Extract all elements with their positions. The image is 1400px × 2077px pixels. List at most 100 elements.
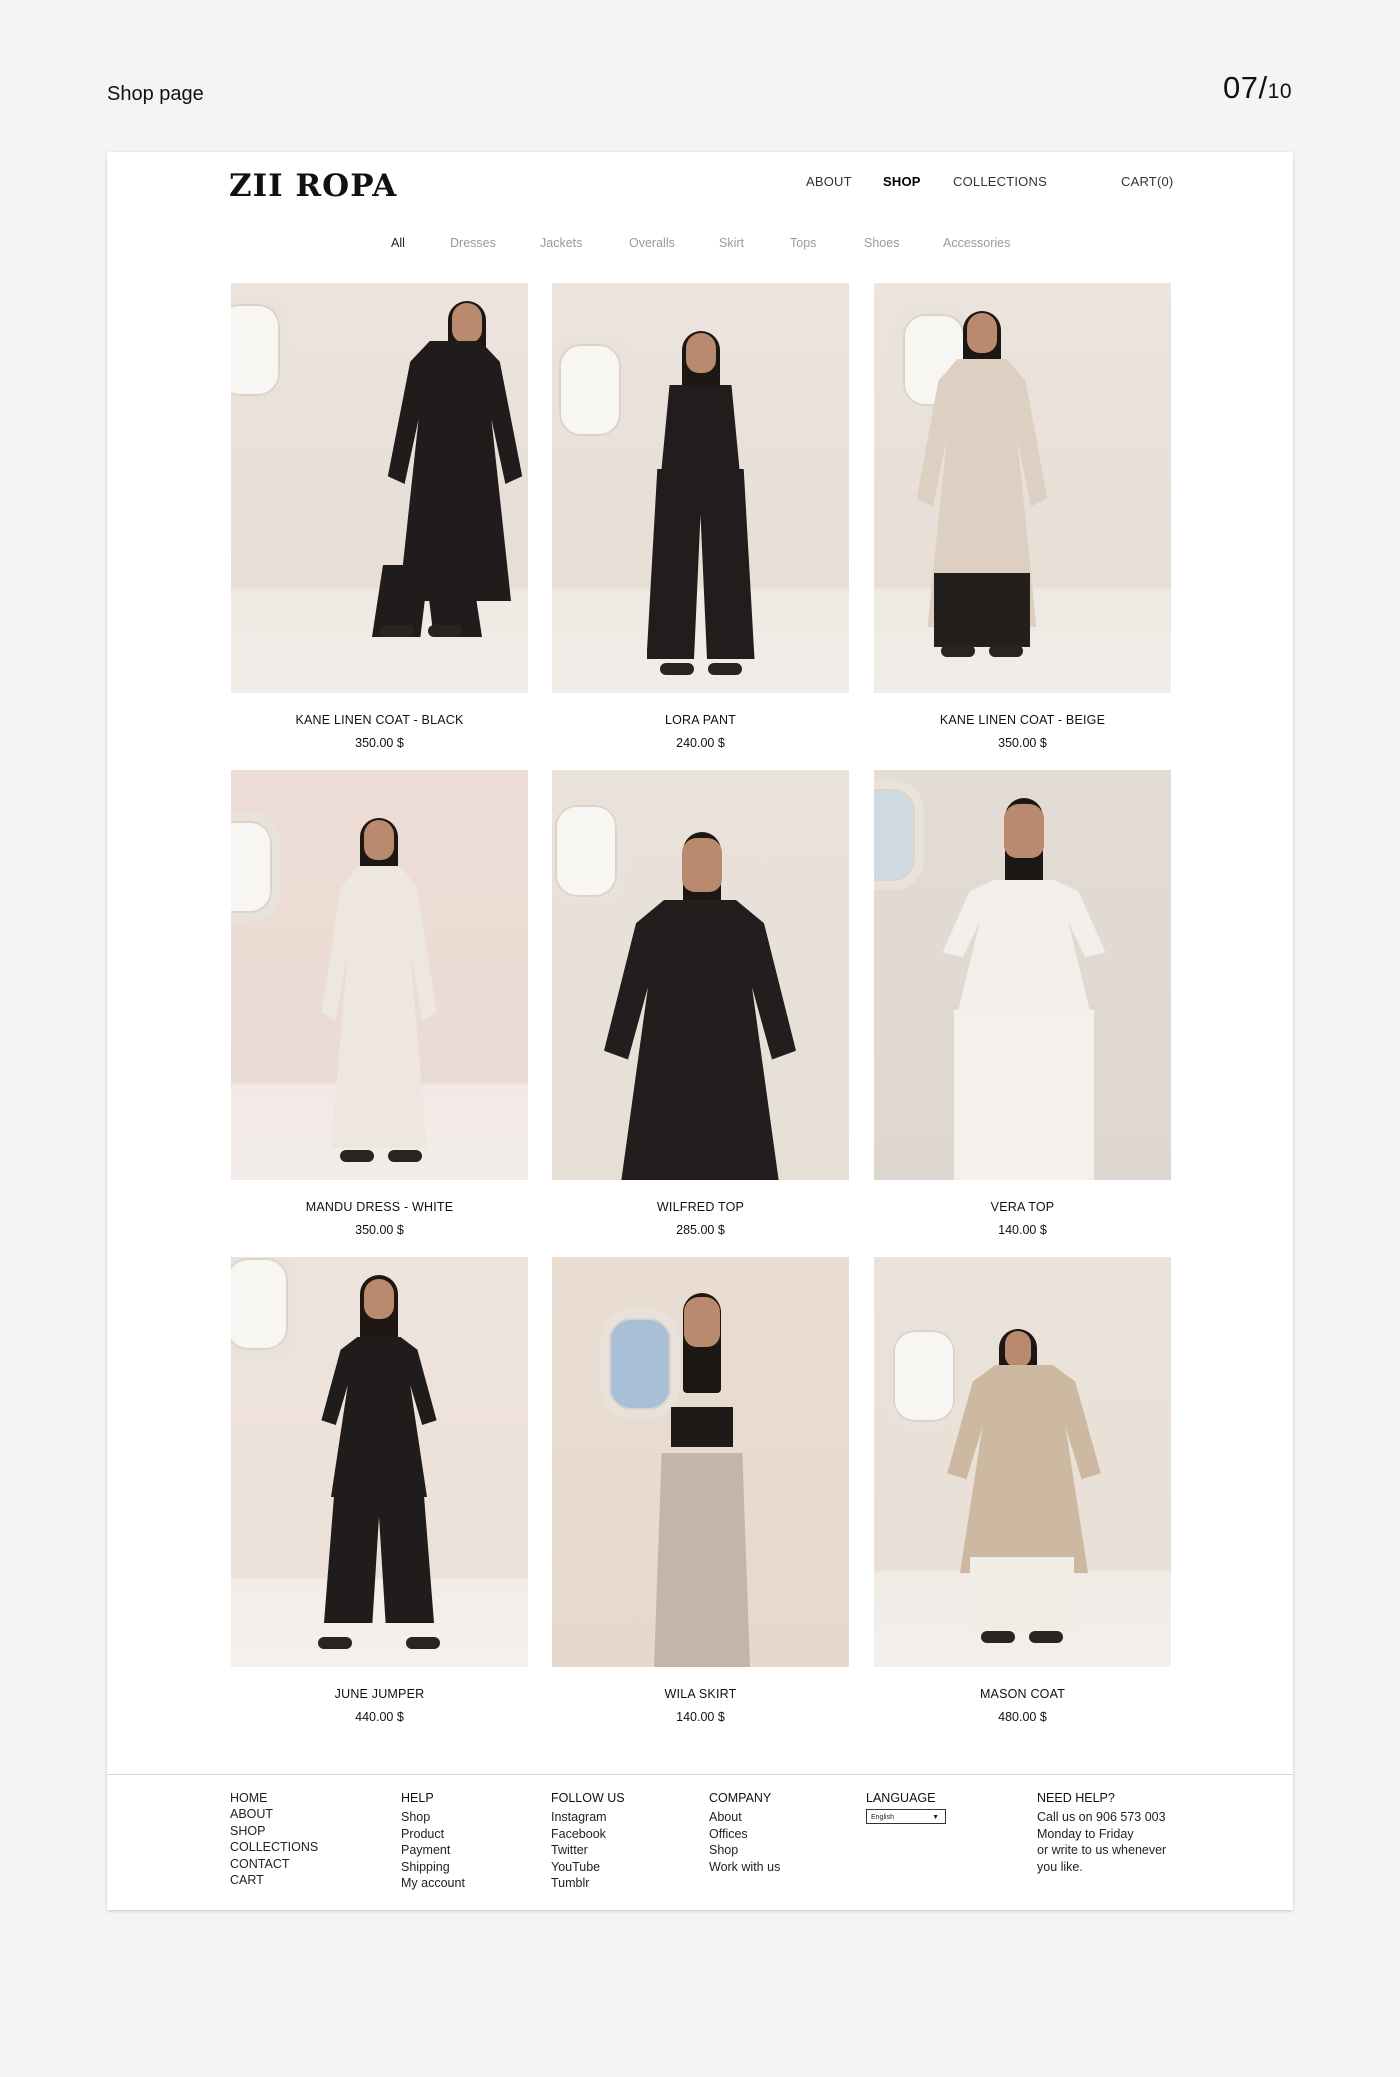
model-head xyxy=(682,838,722,892)
window-decor xyxy=(231,1257,297,1359)
product-card[interactable]: WILFRED TOP 285.00 $ xyxy=(552,770,849,1237)
product-image[interactable] xyxy=(552,770,849,1180)
nav-cart[interactable]: CART(0) xyxy=(1121,174,1173,189)
page-current: 07/ xyxy=(1223,70,1268,105)
category-all[interactable]: All xyxy=(391,236,405,250)
window-decor xyxy=(231,295,289,405)
product-image[interactable] xyxy=(231,283,528,693)
brand-logo[interactable]: ZII ROPA xyxy=(229,168,397,204)
footer-help-text: or write to us whenever xyxy=(1037,1843,1167,1858)
model-feet xyxy=(314,1635,444,1649)
product-card[interactable]: VERA TOP 140.00 $ xyxy=(874,770,1171,1237)
product-price: 140.00 $ xyxy=(998,1223,1047,1237)
footer-company-heading: COMPANY xyxy=(709,1791,772,1805)
product-card[interactable]: KANE LINEN COAT - BLACK 350.00 $ xyxy=(231,283,528,750)
category-shoes[interactable]: Shoes xyxy=(864,236,899,250)
footer-help-text: you like. xyxy=(1037,1859,1083,1874)
product-image[interactable] xyxy=(552,283,849,693)
window-decor xyxy=(874,780,924,890)
footer-link-collections[interactable]: COLLECTIONS xyxy=(230,1839,318,1855)
nav-about[interactable]: ABOUT xyxy=(806,174,852,189)
footer-language-heading: LANGUAGE xyxy=(866,1791,936,1805)
model-feet xyxy=(977,1629,1067,1643)
jumper-black xyxy=(321,1337,437,1497)
category-dresses[interactable]: Dresses xyxy=(450,236,496,250)
footer-social-link[interactable]: Facebook xyxy=(551,1826,625,1842)
jumper-legs xyxy=(324,1483,434,1623)
pant-white xyxy=(954,1010,1094,1180)
footer-link-contact[interactable]: CONTACT xyxy=(230,1856,318,1872)
model-head xyxy=(1004,804,1044,858)
pant-black xyxy=(934,573,1030,647)
pant-white xyxy=(970,1557,1074,1631)
footer-company: COMPANY About Offices Shop Work with us xyxy=(709,1790,780,1875)
footer-help-link[interactable]: My account xyxy=(401,1875,465,1891)
footer-social-link[interactable]: Instagram xyxy=(551,1809,625,1825)
model-feet xyxy=(656,661,746,675)
footer-language: LANGUAGE English ▼ xyxy=(866,1790,946,1825)
product-name[interactable]: JUNE JUMPER xyxy=(231,1687,528,1701)
product-card[interactable]: MASON COAT 480.00 $ xyxy=(874,1257,1171,1724)
product-price: 285.00 $ xyxy=(676,1223,725,1237)
product-name[interactable]: LORA PANT xyxy=(552,713,849,727)
footer-social-link[interactable]: Tumblr xyxy=(551,1875,625,1891)
product-name[interactable]: KANE LINEN COAT - BEIGE xyxy=(874,713,1171,727)
category-tops[interactable]: Tops xyxy=(790,236,816,250)
product-image[interactable] xyxy=(231,1257,528,1667)
model-head xyxy=(685,333,716,373)
language-select-value: English xyxy=(871,1814,894,1822)
product-image[interactable] xyxy=(552,1257,849,1667)
footer-help-link[interactable]: Shop xyxy=(401,1809,465,1825)
window-decor xyxy=(552,335,630,445)
cami-black xyxy=(660,385,741,475)
footer-company-link[interactable]: About xyxy=(709,1809,780,1825)
top-black xyxy=(671,1407,733,1447)
product-price: 440.00 $ xyxy=(355,1710,404,1724)
footer-help-heading: HELP xyxy=(401,1791,434,1805)
category-overalls[interactable]: Overalls xyxy=(629,236,675,250)
footer-company-link[interactable]: Offices xyxy=(709,1826,780,1842)
nav-collections[interactable]: COLLECTIONS xyxy=(953,174,1047,189)
footer-company-link[interactable]: Work with us xyxy=(709,1859,780,1875)
product-name[interactable]: MASON COAT xyxy=(874,1687,1171,1701)
footer-link-shop[interactable]: SHOP xyxy=(230,1823,318,1839)
window-decor xyxy=(552,796,626,906)
footer-company-link[interactable]: Shop xyxy=(709,1842,780,1858)
product-price: 350.00 $ xyxy=(355,1223,404,1237)
product-card[interactable]: LORA PANT 240.00 $ xyxy=(552,283,849,750)
product-name[interactable]: MANDU DRESS - WHITE xyxy=(231,1200,528,1214)
coat-camel xyxy=(947,1365,1101,1573)
footer-link-about[interactable]: ABOUT xyxy=(230,1806,318,1822)
footer-social-link[interactable]: Twitter xyxy=(551,1842,625,1858)
footer-social-link[interactable]: YouTube xyxy=(551,1859,625,1875)
product-name[interactable]: VERA TOP xyxy=(874,1200,1171,1214)
product-image[interactable] xyxy=(874,1257,1171,1667)
footer-help-link[interactable]: Product xyxy=(401,1826,465,1842)
category-jackets[interactable]: Jackets xyxy=(540,236,582,250)
product-image[interactable] xyxy=(874,770,1171,1180)
category-accessories[interactable]: Accessories xyxy=(943,236,1010,250)
product-card[interactable]: JUNE JUMPER 440.00 $ xyxy=(231,1257,528,1724)
language-select[interactable]: English ▼ xyxy=(866,1809,946,1825)
footer-help-text: Call us on 906 573 003 xyxy=(1037,1810,1166,1825)
category-skirt[interactable]: Skirt xyxy=(719,236,744,250)
product-card[interactable]: WILA SKIRT 140.00 $ xyxy=(552,1257,849,1724)
product-name[interactable]: WILA SKIRT xyxy=(552,1687,849,1701)
product-image[interactable] xyxy=(231,770,528,1180)
footer-link-cart[interactable]: CART xyxy=(230,1872,318,1888)
product-name[interactable]: KANE LINEN COAT - BLACK xyxy=(231,713,528,727)
product-name[interactable]: WILFRED TOP xyxy=(552,1200,849,1214)
product-card[interactable]: MANDU DRESS - WHITE 350.00 $ xyxy=(231,770,528,1237)
model-feet xyxy=(937,643,1027,657)
product-price: 480.00 $ xyxy=(998,1710,1047,1724)
footer-link-home[interactable]: HOME xyxy=(230,1790,318,1806)
footer-help-link[interactable]: Payment xyxy=(401,1842,465,1858)
footer-need-help: NEED HELP? Call us on 906 573 003 Monday… xyxy=(1037,1790,1166,1875)
skirt-linen xyxy=(654,1453,750,1667)
product-image[interactable] xyxy=(874,283,1171,693)
footer-help-link[interactable]: Shipping xyxy=(401,1859,465,1875)
chevron-down-icon: ▼ xyxy=(932,1814,939,1822)
footer-help: HELP Shop Product Payment Shipping My ac… xyxy=(401,1790,465,1891)
product-card[interactable]: KANE LINEN COAT - BEIGE 350.00 $ xyxy=(874,283,1171,750)
nav-shop[interactable]: SHOP xyxy=(883,174,921,189)
